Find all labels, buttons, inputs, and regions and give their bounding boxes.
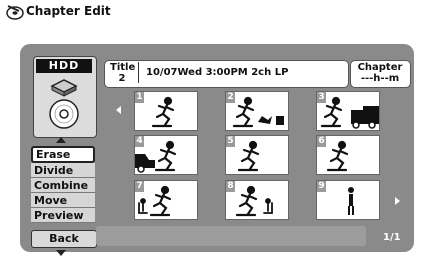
chapter-thumbnail-3[interactable]: 3 (316, 91, 380, 131)
chapter-thumbnail-1[interactable]: 1 (134, 91, 198, 131)
chapter-thumbnail-2[interactable]: 2 (225, 91, 289, 131)
scooter-skater-icon (138, 185, 172, 217)
back-button[interactable]: Back (31, 230, 97, 248)
chapter-thumbnail-6[interactable]: 6 (316, 135, 380, 175)
chapter-thumbnail-8[interactable]: 8 (225, 180, 289, 220)
thumbnail-number: 3 (317, 92, 326, 103)
scroll-down-icon[interactable] (56, 250, 66, 256)
skater-dog-icon (232, 96, 284, 128)
thumbnail-number: 5 (226, 136, 235, 147)
standing-person-icon (348, 187, 354, 215)
menu-item-divide[interactable]: Divide (31, 163, 95, 178)
thumbnail-number: 2 (226, 92, 235, 103)
skater-icon (237, 140, 260, 172)
chapter-time: ---h--m (360, 73, 400, 84)
title-details: 10/07Wed 3:00PM 2ch LP (146, 67, 289, 78)
thumbnail-number: 8 (226, 181, 235, 192)
chapter-label: Chapter (357, 62, 403, 73)
thumbnail-number: 9 (317, 181, 326, 192)
thumbnail-number: 7 (135, 181, 144, 192)
prev-page-icon[interactable] (116, 106, 121, 114)
skater-icon (151, 96, 175, 128)
status-bar (96, 226, 366, 246)
skater-truck-icon (320, 96, 379, 129)
skater-scooter-icon (235, 185, 273, 217)
chapter-thumbnail-5[interactable]: 5 (225, 135, 289, 175)
thumbnail-number: 1 (135, 92, 144, 103)
title-label: Title 2 (110, 62, 136, 84)
menu-item-move[interactable]: Move (31, 193, 95, 208)
chapter-info: Chapter ---h--m (352, 62, 408, 84)
divider (138, 62, 139, 83)
title-label-text: Title (110, 62, 136, 73)
skater-icon (326, 140, 349, 172)
chapter-thumbnail-9[interactable]: 9 (316, 180, 380, 220)
page-indicator: 1/1 (383, 232, 401, 243)
edit-disc-icon (6, 5, 24, 20)
chapter-thumbnail-4[interactable]: 4 (134, 135, 198, 175)
thumbnail-number: 4 (135, 136, 144, 147)
page-title: Chapter Edit (26, 4, 111, 18)
hdd-disc-icon (49, 79, 79, 129)
thumbnail-number: 6 (317, 136, 326, 147)
car-skater-icon (135, 140, 177, 173)
media-label: HDD (36, 59, 92, 73)
title-number: 2 (118, 73, 126, 84)
menu-item-erase[interactable]: Erase (31, 146, 95, 163)
menu-item-preview[interactable]: Preview (31, 208, 95, 223)
scroll-up-icon[interactable] (56, 137, 66, 143)
next-page-icon[interactable] (395, 197, 400, 205)
menu-item-combine[interactable]: Combine (31, 178, 95, 193)
chapter-thumbnail-7[interactable]: 7 (134, 180, 198, 220)
